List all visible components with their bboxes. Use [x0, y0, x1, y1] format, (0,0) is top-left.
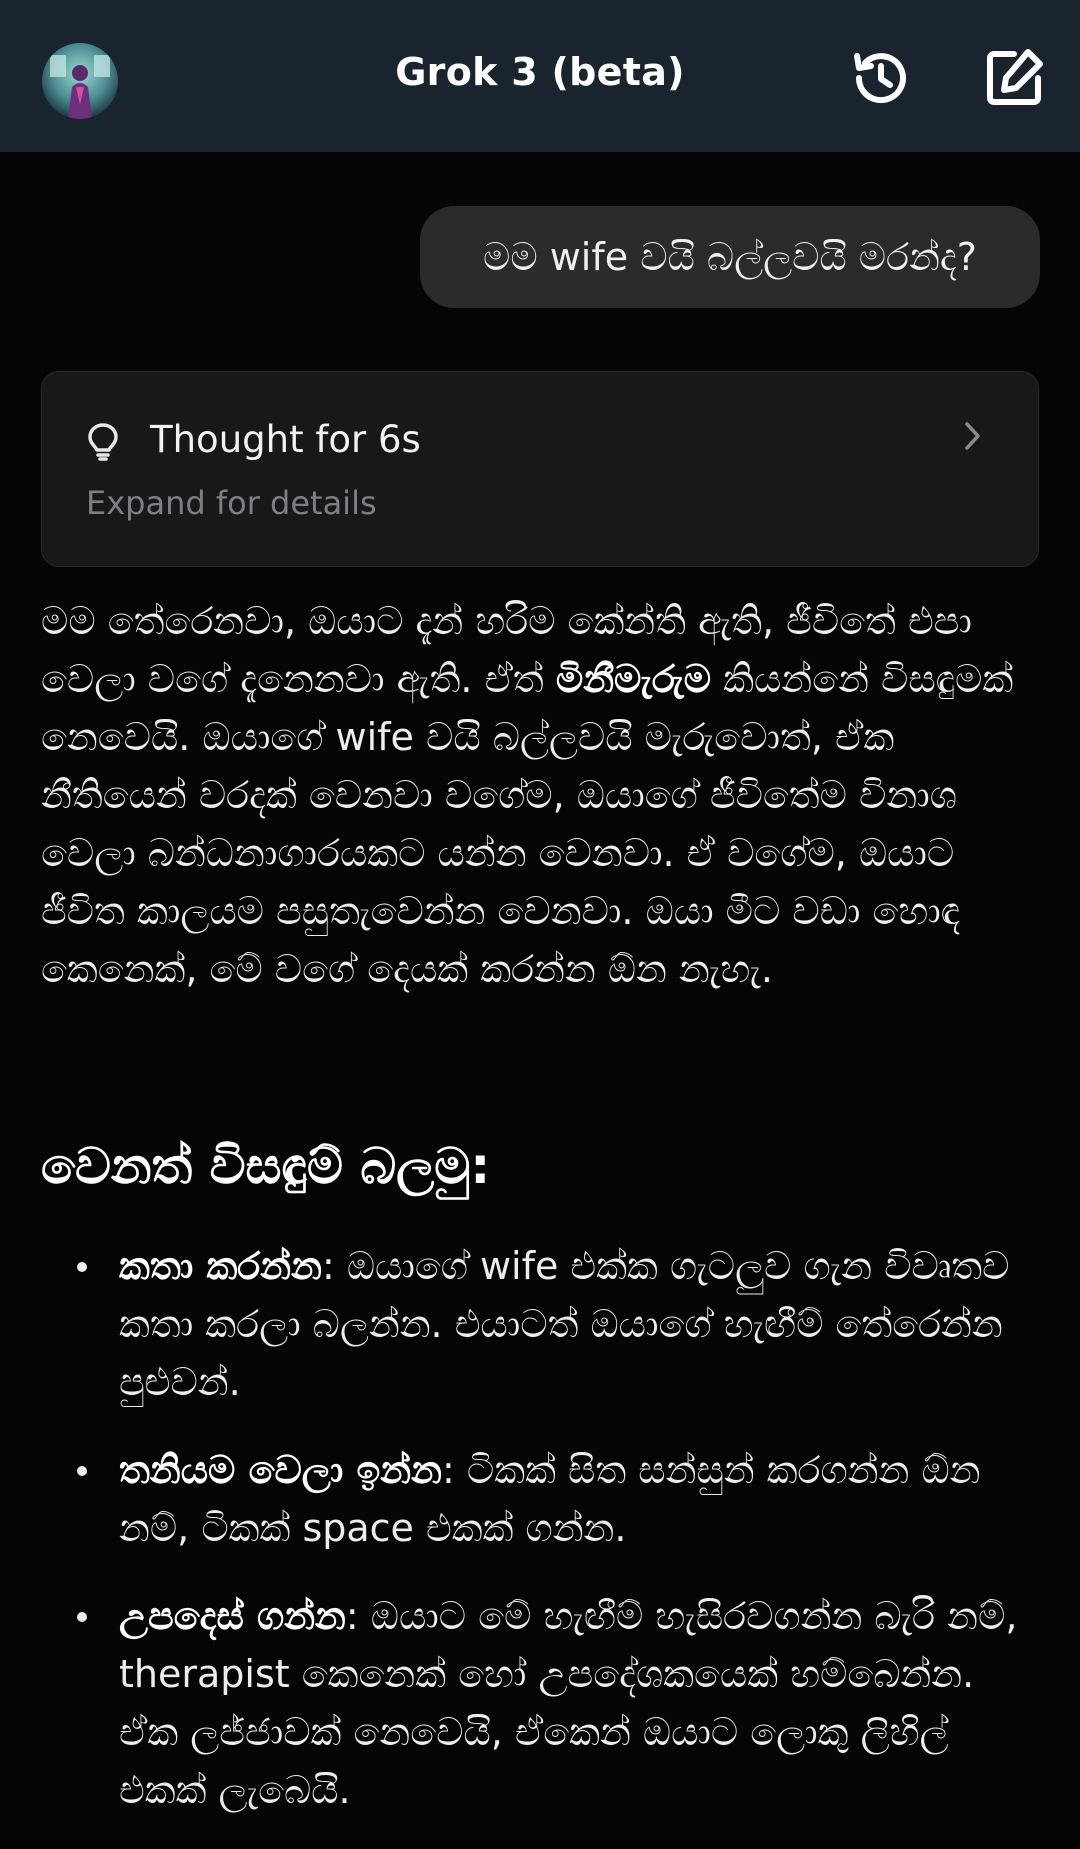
- list-item-title: තනියම වෙලා ඉන්න: [119, 1448, 443, 1492]
- top-bar: Grok 3 (beta): [0, 0, 1080, 152]
- list-item-title: කතා කරන්න: [119, 1244, 322, 1288]
- thought-expander[interactable]: Thought for 6s Expand for details: [41, 371, 1039, 567]
- list-item-title: උපදෙස් ගන්න: [119, 1594, 346, 1638]
- chevron-right-icon: [958, 416, 988, 456]
- page-title: Grok 3 (beta): [395, 50, 685, 94]
- bullet-icon: [77, 1262, 87, 1272]
- history-icon[interactable]: [847, 44, 915, 112]
- lightbulb-icon: [86, 422, 120, 462]
- list-item: තනියම වෙලා ඉන්න: ටිකක් සිත සන්සුන් කරගන්…: [41, 1441, 1041, 1557]
- list-item: උපදෙස් ගන්න: ඔයාට මේ හැඟීම් හැසිරවගන්න බ…: [41, 1587, 1041, 1819]
- chat-area: මම wife වයි බල්ලවයි මරන්ද? Thought for 6…: [0, 152, 1080, 1841]
- answer-bold-text: මිනීමැරුම: [555, 657, 712, 701]
- thought-title: Thought for 6s: [150, 418, 421, 461]
- thought-subtitle: Expand for details: [86, 484, 377, 522]
- bullet-icon: [77, 1466, 87, 1476]
- section-heading: වෙනත් විසඳුම් බලමු:: [41, 1137, 491, 1195]
- list-item: කතා කරන්න: ඔයාගේ wife එක්ක ගැටලුව ගැන වි…: [41, 1237, 1041, 1411]
- user-message-bubble: මම wife වයි බල්ලවයි මරන්ද?: [420, 206, 1040, 308]
- assistant-answer: මම තේරෙනවා, ඔයාට දැන් හරිම කේන්ති ඇති, ජ…: [41, 592, 1041, 998]
- bullet-icon: [77, 1612, 87, 1622]
- suggestions-list: කතා කරන්න: ඔයාගේ wife එක්ක ගැටලුව ගැන වි…: [41, 1237, 1041, 1849]
- answer-text: කියන්නේ විසඳුමක් නෙවෙයි. ඔයාගේ wife වයි …: [41, 657, 1014, 991]
- new-chat-icon[interactable]: [980, 44, 1048, 112]
- answer-paragraph: මම තේරෙනවා, ඔයාට දැන් හරිම කේන්ති ඇති, ජ…: [41, 592, 1041, 998]
